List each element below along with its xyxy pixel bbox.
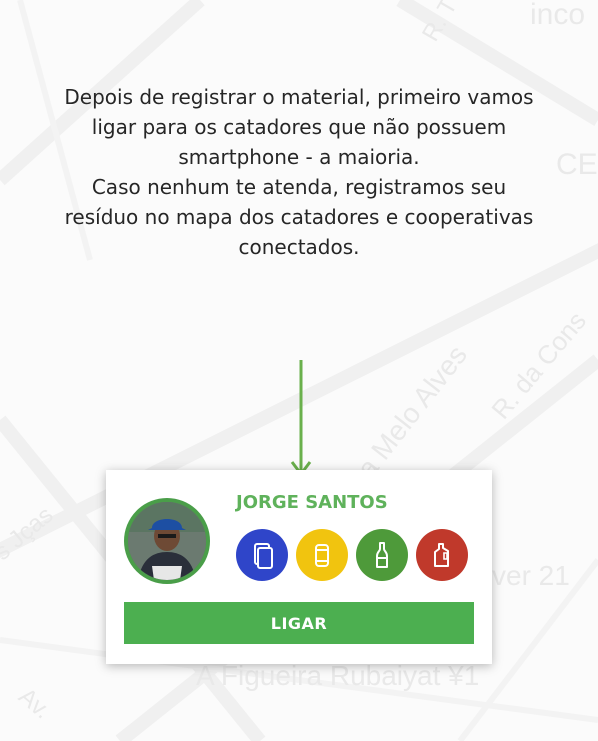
material-icons xyxy=(236,529,468,581)
material-paper xyxy=(236,529,288,581)
collector-name: JORGE SANTOS xyxy=(236,492,388,513)
instruction-paragraph-1: Depois de registrar o material, primeiro… xyxy=(64,85,534,169)
instruction-paragraph-2: Caso nenhum te atenda, registramos seu r… xyxy=(64,175,534,259)
map-street-label: ver 21 xyxy=(492,560,570,591)
down-arrow-icon xyxy=(290,360,312,477)
material-plastic xyxy=(416,529,468,581)
avatar xyxy=(124,498,210,584)
map-street-label: CE xyxy=(556,148,598,181)
material-metal xyxy=(296,529,348,581)
paper-icon xyxy=(254,543,273,569)
material-glass xyxy=(356,529,408,581)
instruction-text: Depois de registrar o material, primeiro… xyxy=(60,82,538,262)
collector-photo xyxy=(128,502,206,580)
call-button[interactable]: LIGAR xyxy=(124,602,474,644)
bottle-icon xyxy=(376,542,388,568)
jug-icon xyxy=(434,543,449,567)
map-street-label: A Figueira Rubaiyat ¥1 xyxy=(196,660,480,691)
collector-card: JORGE SANTOS LIGAR xyxy=(106,470,492,664)
can-icon xyxy=(315,544,329,567)
map-street-label: inco xyxy=(530,0,586,31)
